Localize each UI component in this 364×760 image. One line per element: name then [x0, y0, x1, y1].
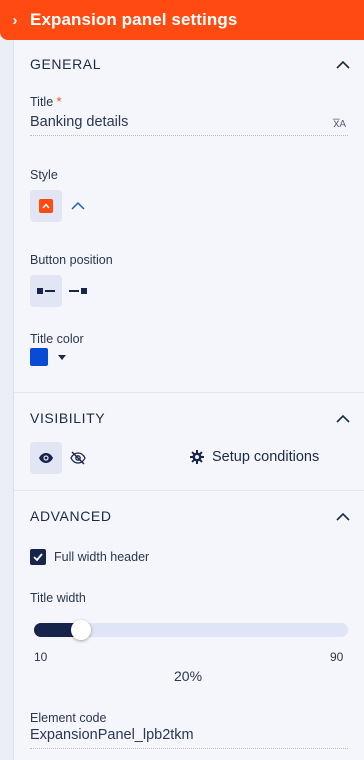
chevron-up-icon[interactable]: [336, 411, 350, 423]
filled-chevron-icon: [39, 199, 53, 213]
caret-down-icon[interactable]: [58, 355, 66, 360]
chevron-up-icon[interactable]: [336, 509, 350, 521]
eye-icon: [39, 453, 53, 463]
divider: [14, 392, 364, 393]
chevron-up-blue-icon: [71, 201, 85, 210]
left-rail: [0, 0, 14, 760]
eye-off-icon: [70, 451, 86, 465]
element-code-label: Element code: [30, 711, 107, 725]
slider-min: 10: [34, 650, 48, 664]
chevron-up-icon[interactable]: [336, 57, 350, 69]
slider-value: 20%: [174, 668, 203, 684]
divider: [14, 490, 364, 491]
panel-header[interactable]: › Expansion panel settings: [0, 0, 364, 40]
gear-icon: [190, 450, 204, 464]
element-code-underline: [30, 748, 348, 749]
title-width-label: Title width: [30, 591, 86, 605]
position-right-icon: [69, 288, 87, 294]
position-left-icon: [37, 288, 55, 294]
settings-panel: GENERAL Title * Banking details x̅A Styl…: [14, 40, 364, 760]
style-option-filled[interactable]: [30, 190, 62, 222]
title-label-text: Title: [30, 95, 54, 109]
required-mark: *: [56, 95, 62, 109]
setup-conditions-button[interactable]: Setup conditions: [190, 449, 319, 465]
button-position-right[interactable]: [62, 275, 94, 307]
setup-conditions-label: Setup conditions: [212, 449, 320, 465]
element-code-input[interactable]: ExpansionPanel_lpb2tkm: [30, 727, 194, 743]
hidden-toggle[interactable]: [62, 442, 94, 474]
title-label: Title *: [30, 95, 62, 109]
full-width-checkbox[interactable]: [30, 549, 46, 565]
style-label: Style: [30, 168, 58, 182]
title-color-label: Title color: [30, 332, 84, 346]
title-underline: [30, 135, 348, 136]
title-width-slider[interactable]: [34, 620, 348, 640]
title-input[interactable]: Banking details: [30, 114, 128, 130]
title-color-swatch[interactable]: [30, 348, 48, 366]
panel-title: Expansion panel settings: [30, 10, 238, 29]
section-title-advanced: ADVANCED: [30, 508, 112, 524]
chevron-right-icon[interactable]: ›: [0, 12, 30, 29]
slider-max: 90: [330, 650, 344, 664]
check-icon: [33, 553, 43, 561]
slider-thumb[interactable]: [71, 620, 91, 640]
style-option-outline[interactable]: [62, 190, 94, 222]
button-position-label: Button position: [30, 253, 113, 267]
translate-icon[interactable]: x̅A: [333, 116, 346, 130]
button-position-left[interactable]: [30, 275, 62, 307]
visible-toggle[interactable]: [30, 442, 62, 474]
full-width-label: Full width header: [54, 550, 150, 564]
section-title-visibility: VISIBILITY: [30, 410, 106, 426]
section-title-general: GENERAL: [30, 56, 102, 72]
